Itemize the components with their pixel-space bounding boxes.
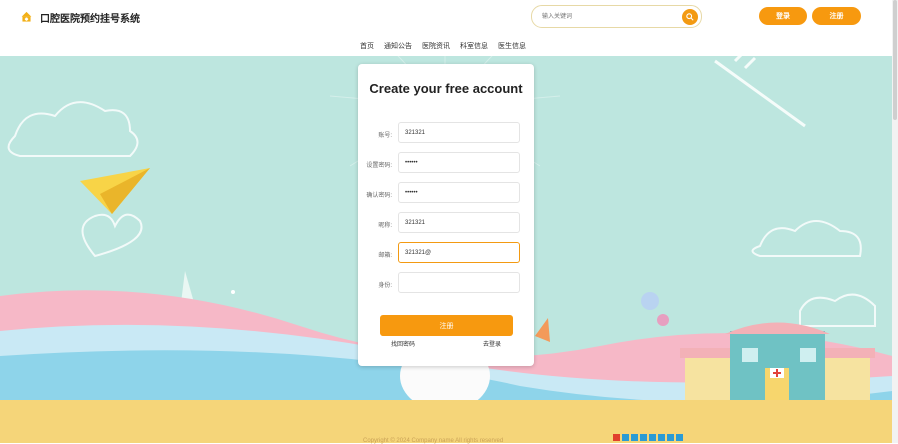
nav-home[interactable]: 首页 bbox=[360, 41, 374, 51]
footer bbox=[0, 400, 892, 443]
nav-hospital-news[interactable]: 医院资讯 bbox=[422, 41, 450, 51]
main-nav: 首页 通知公告 医院资讯 科室信息 医生信息 bbox=[360, 41, 526, 51]
page-scrollbar[interactable] bbox=[892, 0, 898, 443]
site-title: 口腔医院预约挂号系统 bbox=[40, 14, 140, 25]
role-select[interactable] bbox=[398, 272, 520, 293]
password-label: 设置密码: bbox=[366, 163, 392, 169]
nav-doctors[interactable]: 医生信息 bbox=[498, 41, 526, 51]
login-button[interactable]: 登录 bbox=[759, 7, 807, 25]
nav-departments[interactable]: 科室信息 bbox=[460, 41, 488, 51]
extension-icon[interactable] bbox=[631, 434, 638, 441]
extension-icon[interactable] bbox=[622, 434, 629, 441]
password-input[interactable]: •••••• bbox=[398, 152, 520, 173]
extension-icon[interactable] bbox=[613, 434, 620, 441]
nickname-input[interactable]: 321321 bbox=[398, 212, 520, 233]
go-login-link[interactable]: 去登录 bbox=[483, 339, 501, 348]
extension-icon[interactable] bbox=[676, 434, 683, 441]
nav-notices[interactable]: 通知公告 bbox=[384, 41, 412, 51]
register-button[interactable]: 注册 bbox=[812, 7, 861, 25]
email-input[interactable]: 321321@ bbox=[398, 242, 520, 263]
search-button[interactable] bbox=[682, 9, 698, 25]
search-input[interactable] bbox=[540, 10, 674, 24]
extension-icon[interactable] bbox=[649, 434, 656, 441]
role-label: 身份: bbox=[378, 283, 392, 289]
registration-card: Create your free account 账号: 321321 设置密码… bbox=[358, 64, 534, 366]
extension-icon[interactable] bbox=[667, 434, 674, 441]
header: 口腔医院预约挂号系统 登录 注册 首页 通知公告 医院资讯 科室信息 医生信息 bbox=[0, 0, 892, 56]
search-box bbox=[531, 5, 702, 28]
extension-icon[interactable] bbox=[640, 434, 647, 441]
hospital-logo-icon bbox=[21, 11, 32, 22]
form-title: Create your free account bbox=[369, 81, 523, 96]
scrollbar-thumb[interactable] bbox=[893, 0, 897, 120]
copyright-text: Copyright © 2024 Company name All rights… bbox=[363, 438, 504, 444]
forgot-password-link[interactable]: 找回密码 bbox=[391, 339, 415, 348]
search-icon bbox=[686, 13, 694, 21]
nickname-label: 昵称: bbox=[378, 223, 392, 229]
account-input[interactable]: 321321 bbox=[398, 122, 520, 143]
confirm-password-label: 确认密码: bbox=[366, 193, 392, 199]
email-label: 邮箱: bbox=[378, 253, 392, 259]
submit-register-button[interactable]: 注册 bbox=[380, 315, 513, 336]
account-label: 账号: bbox=[378, 133, 392, 139]
extension-icon[interactable] bbox=[658, 434, 665, 441]
site-logo[interactable]: 口腔医院预约挂号系统 bbox=[20, 10, 140, 25]
browser-extension-toolbar bbox=[613, 434, 683, 443]
confirm-password-input[interactable]: •••••• bbox=[398, 182, 520, 203]
